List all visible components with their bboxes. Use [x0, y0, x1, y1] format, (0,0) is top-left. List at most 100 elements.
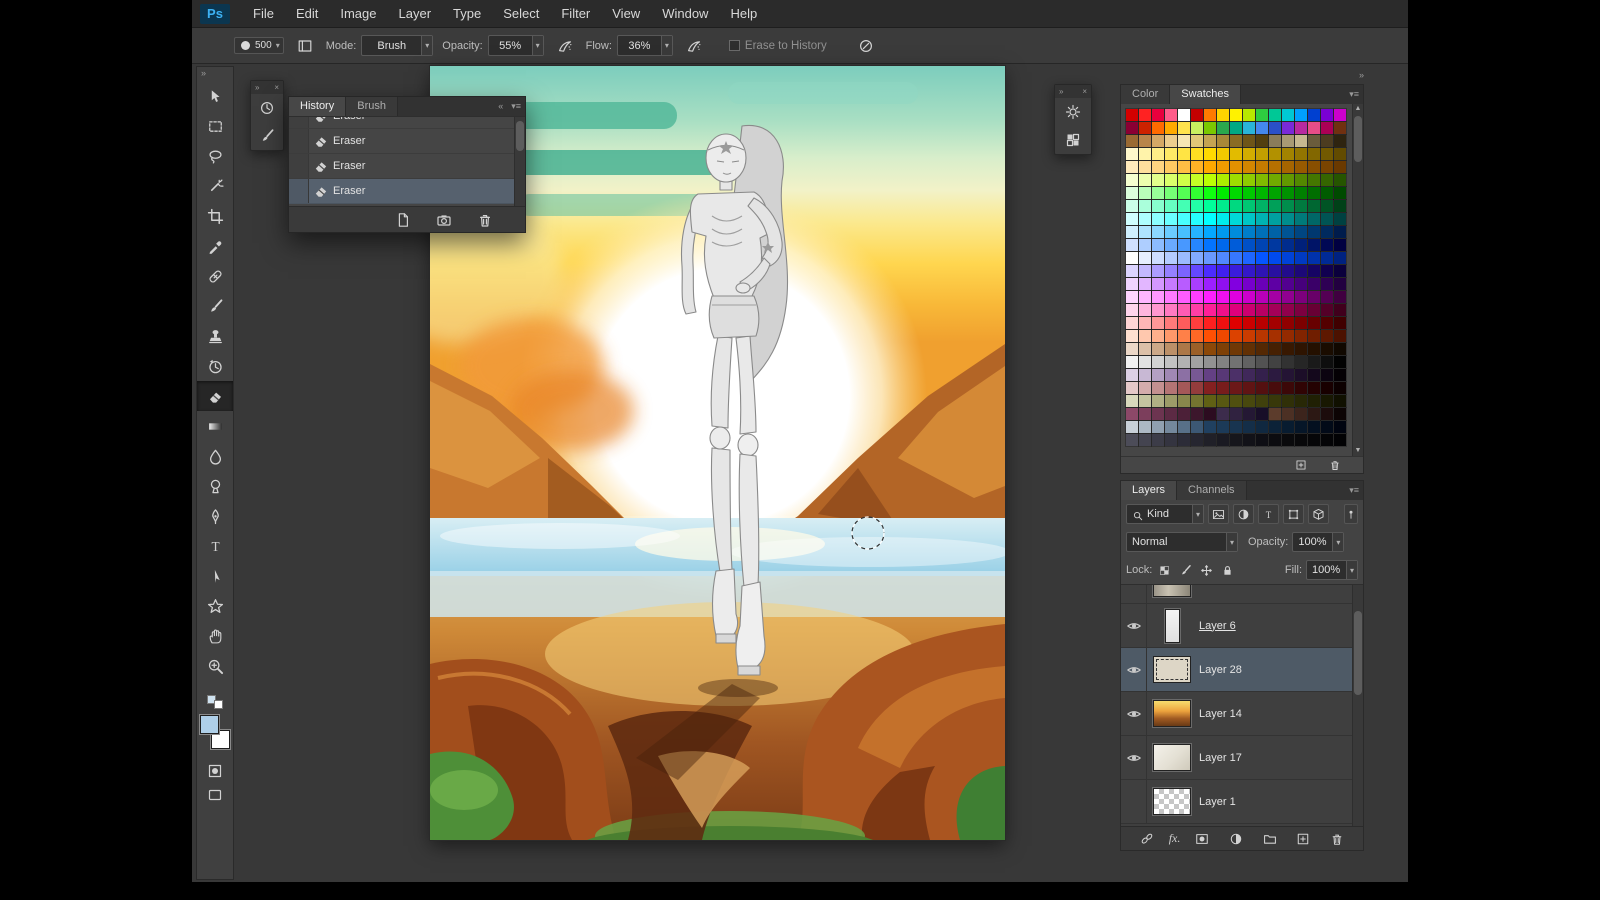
swatch[interactable]: [1269, 265, 1281, 277]
menu-item-window[interactable]: Window: [651, 0, 719, 28]
wand-tool[interactable]: [197, 171, 233, 201]
swatch[interactable]: [1230, 174, 1242, 186]
swatch[interactable]: [1334, 434, 1346, 446]
swatch[interactable]: [1230, 239, 1242, 251]
swatch[interactable]: [1139, 369, 1151, 381]
swatch[interactable]: [1230, 122, 1242, 134]
swatch[interactable]: [1204, 109, 1216, 121]
swatch[interactable]: [1308, 187, 1320, 199]
swatch[interactable]: [1217, 135, 1229, 147]
swatch[interactable]: [1152, 317, 1164, 329]
swatch[interactable]: [1139, 174, 1151, 186]
zoom-tool[interactable]: [197, 651, 233, 681]
swatch[interactable]: [1269, 356, 1281, 368]
swatch[interactable]: [1178, 109, 1190, 121]
swatch[interactable]: [1139, 265, 1151, 277]
swatch[interactable]: [1243, 382, 1255, 394]
layer-thumbnail[interactable]: [1147, 609, 1197, 643]
swatch[interactable]: [1152, 213, 1164, 225]
history-brush-source-well[interactable]: [289, 179, 309, 203]
swatch[interactable]: [1204, 174, 1216, 186]
swatch[interactable]: [1321, 135, 1333, 147]
swatch[interactable]: [1243, 304, 1255, 316]
swatch[interactable]: [1282, 291, 1294, 303]
swatch[interactable]: [1308, 122, 1320, 134]
swatch[interactable]: [1191, 161, 1203, 173]
new-snapshot-button[interactable]: [432, 208, 456, 232]
swatch[interactable]: [1282, 161, 1294, 173]
swatch[interactable]: [1139, 330, 1151, 342]
swatch[interactable]: [1126, 434, 1138, 446]
expand-panels-icon[interactable]: »: [255, 83, 259, 92]
swatch[interactable]: [1191, 421, 1203, 433]
layer-thumbnail[interactable]: [1147, 744, 1197, 771]
layer-visibility-toggle[interactable]: [1121, 780, 1147, 823]
swatch[interactable]: [1295, 148, 1307, 160]
swatch[interactable]: [1282, 278, 1294, 290]
toolbar-collapse-button[interactable]: »: [197, 67, 233, 81]
expand-panels-icon[interactable]: »: [1059, 87, 1063, 96]
swatch[interactable]: [1269, 395, 1281, 407]
airbrush-toggle-button[interactable]: [682, 34, 706, 58]
swatch[interactable]: [1191, 395, 1203, 407]
swatch[interactable]: [1243, 278, 1255, 290]
swatch[interactable]: [1152, 330, 1164, 342]
swatches-scrollbar[interactable]: ▲ ▼: [1352, 104, 1363, 456]
swatch[interactable]: [1191, 226, 1203, 238]
swatch[interactable]: [1178, 213, 1190, 225]
swatch[interactable]: [1295, 200, 1307, 212]
swatch[interactable]: [1191, 356, 1203, 368]
gradient-tool[interactable]: [197, 411, 233, 441]
swatch[interactable]: [1178, 148, 1190, 160]
swatch[interactable]: [1178, 291, 1190, 303]
swatch[interactable]: [1321, 252, 1333, 264]
swatch[interactable]: [1295, 434, 1307, 446]
swatch[interactable]: [1230, 343, 1242, 355]
swatch[interactable]: [1217, 421, 1229, 433]
swatch[interactable]: [1139, 187, 1151, 199]
swatch[interactable]: [1139, 278, 1151, 290]
layer-thumbnail[interactable]: [1147, 584, 1197, 597]
swatch[interactable]: [1152, 278, 1164, 290]
swatch[interactable]: [1191, 330, 1203, 342]
swatch[interactable]: [1152, 252, 1164, 264]
swatch[interactable]: [1321, 330, 1333, 342]
swatch[interactable]: [1217, 408, 1229, 420]
swatch[interactable]: [1204, 356, 1216, 368]
swatch[interactable]: [1243, 265, 1255, 277]
swatch[interactable]: [1139, 148, 1151, 160]
panel-menu-icon[interactable]: ▾≡: [1345, 481, 1363, 500]
pen-tool[interactable]: [197, 501, 233, 531]
swatch[interactable]: [1295, 122, 1307, 134]
swatch[interactable]: [1152, 265, 1164, 277]
history-scrollbar[interactable]: [514, 117, 525, 206]
swatch[interactable]: [1321, 109, 1333, 121]
history-state-row[interactable]: Eraser: [289, 116, 514, 129]
swatch[interactable]: [1321, 187, 1333, 199]
swatch[interactable]: [1256, 421, 1268, 433]
swatch[interactable]: [1191, 343, 1203, 355]
swatch[interactable]: [1243, 109, 1255, 121]
swatch[interactable]: [1282, 135, 1294, 147]
swatch[interactable]: [1243, 135, 1255, 147]
swatch[interactable]: [1230, 265, 1242, 277]
swatch[interactable]: [1230, 330, 1242, 342]
swatch[interactable]: [1204, 239, 1216, 251]
swatch[interactable]: [1282, 408, 1294, 420]
flow-dropdown[interactable]: 36% ▾: [617, 35, 673, 56]
swatch[interactable]: [1191, 408, 1203, 420]
swatch[interactable]: [1308, 317, 1320, 329]
swatch[interactable]: [1269, 291, 1281, 303]
swatch[interactable]: [1256, 109, 1268, 121]
history-brush-source-well[interactable]: [289, 154, 309, 178]
layer-row[interactable]: Layer 14: [1121, 692, 1352, 736]
swatch[interactable]: [1165, 291, 1177, 303]
layer-visibility-toggle[interactable]: [1121, 736, 1147, 779]
close-icon[interactable]: ×: [274, 83, 279, 92]
swatch[interactable]: [1243, 330, 1255, 342]
swatch[interactable]: [1139, 200, 1151, 212]
swatch[interactable]: [1126, 421, 1138, 433]
swatch[interactable]: [1334, 395, 1346, 407]
swatch[interactable]: [1308, 434, 1320, 446]
filter-pixel-layers-button[interactable]: [1208, 504, 1229, 524]
